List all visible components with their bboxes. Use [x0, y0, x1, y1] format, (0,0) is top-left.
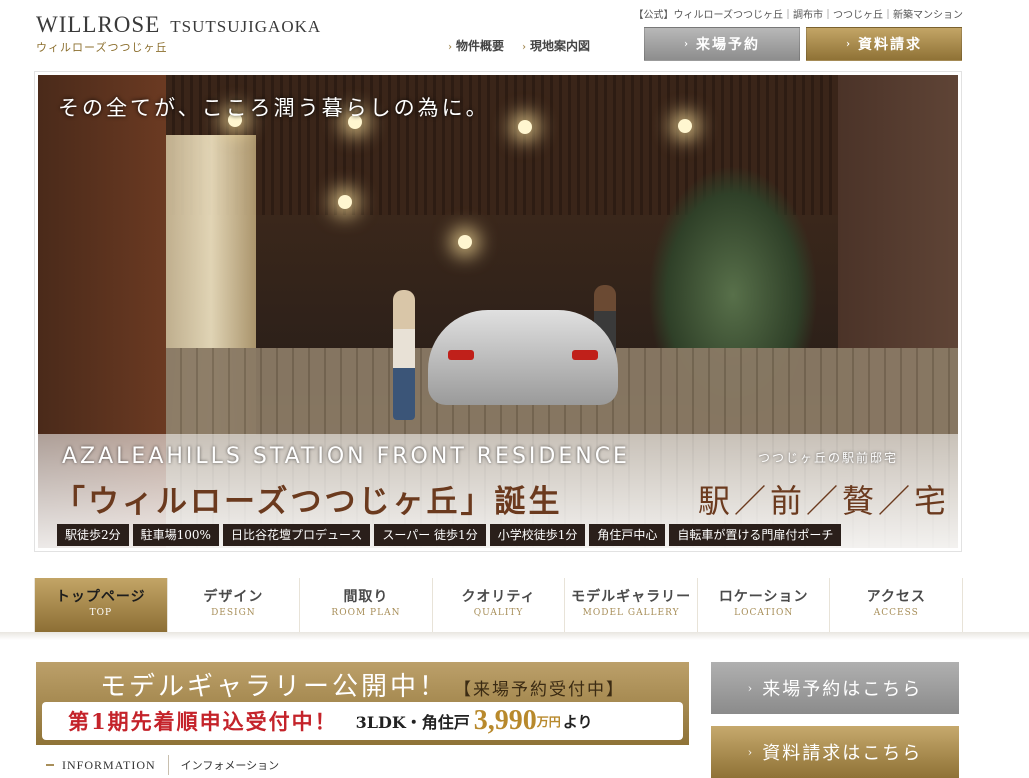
- nav-access[interactable]: アクセス ACCESS: [830, 578, 964, 632]
- nav-room-plan-en: ROOM PLAN: [331, 608, 401, 618]
- hero-car: [428, 310, 618, 405]
- logo-main: WILLROSE: [36, 12, 161, 37]
- request-materials-label: 資料請求: [858, 37, 922, 53]
- banner-ldk: 3LDK・角住戸: [355, 713, 470, 732]
- ceiling-light: [338, 195, 352, 209]
- nav-room-plan[interactable]: 間取り ROOM PLAN: [300, 578, 433, 632]
- nav-design-ja: デザイン: [203, 589, 264, 605]
- banner-price-unit: 万円: [536, 714, 561, 729]
- information-jp: インフォメーション: [180, 759, 280, 772]
- nav-quality[interactable]: クオリティ QUALITY: [433, 578, 566, 632]
- nav-design-en: DESIGN: [211, 608, 256, 618]
- banner-headline-row: モデルギャラリー公開中！ 【来場予約受付中】: [40, 666, 685, 703]
- logo-jp: ウィルローズつつじヶ丘: [36, 41, 168, 54]
- chevron-right-icon: ›: [747, 681, 755, 695]
- nav-access-ja: アクセス: [866, 589, 926, 605]
- nav-location-ja: ロケーション: [718, 589, 809, 605]
- global-nav: トップページ TOP デザイン DESIGN 間取り ROOM PLAN クオリ…: [34, 578, 964, 632]
- nav-divider: [0, 632, 1029, 640]
- feature-tag: 自転車が置ける門扉付ポーチ: [669, 524, 842, 546]
- visit-reservation-label: 来場予約: [696, 37, 760, 53]
- chevron-right-icon: ›: [684, 38, 690, 50]
- visit-reservation-side-button[interactable]: › 来場予約はこちら: [711, 662, 959, 714]
- nav-quality-en: QUALITY: [473, 608, 524, 618]
- header-nav: › 物件概要 › 現地案内図: [448, 37, 590, 54]
- car-tail-light: [448, 350, 474, 360]
- nav-location-en: LOCATION: [734, 608, 794, 618]
- information-en: INFORMATION: [62, 757, 156, 772]
- hero-english-title: AZALEAHILLS STATION FRONT RESIDENCE: [62, 444, 630, 469]
- request-materials-side-label: 資料請求はこちら: [762, 743, 923, 764]
- banner-headline-sub: 【来場予約受付中】: [454, 680, 625, 700]
- feature-tag: スーパー 徒歩1分: [374, 524, 486, 546]
- banner-price-suffix: より: [562, 712, 593, 731]
- nav-design[interactable]: デザイン DESIGN: [168, 578, 301, 632]
- information-heading: INFORMATION インフォメーション: [46, 755, 279, 775]
- hero-banner: その全てが、こころ潤う暮らしの為に。 AZALEAHILLS STATION F…: [34, 71, 962, 552]
- banner-headline: モデルギャラリー公開中！: [99, 672, 448, 702]
- nav-location[interactable]: ロケーション LOCATION: [698, 578, 831, 632]
- nav-model-gallery-en: MODEL GALLERY: [582, 608, 680, 618]
- nav-room-plan-ja: 間取り: [343, 589, 389, 605]
- hero-image: その全てが、こころ潤う暮らしの為に。 AZALEAHILLS STATION F…: [38, 75, 958, 548]
- chevron-right-icon: ›: [522, 42, 527, 53]
- nav-model-gallery[interactable]: モデルギャラリー MODEL GALLERY: [565, 578, 698, 632]
- nav-top-ja: トップページ: [55, 589, 146, 605]
- nav-overview-label: 物件概要: [456, 39, 505, 53]
- nav-access-en: ACCESS: [873, 608, 919, 618]
- logo-sub: TSUTSUJIGAOKA: [170, 17, 322, 36]
- ceiling-light: [518, 120, 532, 134]
- logo-wordmark: WILLROSE TSUTSUJIGAOKA: [36, 12, 321, 38]
- heading-divider: [167, 755, 169, 775]
- feature-tag: 角住戸中心: [589, 524, 666, 546]
- hero-tagline: 駅／前／贅／宅: [698, 482, 951, 520]
- breadcrumb: 【公式】ウィルローズつつじヶ丘｜調布市｜つつじヶ丘｜新築マンション: [633, 10, 964, 21]
- car-tail-light: [572, 350, 598, 360]
- nav-overview-link[interactable]: › 物件概要: [448, 37, 504, 54]
- hero-caption: その全てが、こころ潤う暮らしの為に。: [58, 96, 490, 120]
- nav-quality-ja: クオリティ: [461, 589, 536, 605]
- ceiling-light: [458, 235, 472, 249]
- hero-title: 「ウィルローズつつじヶ丘」誕生: [54, 484, 563, 520]
- request-materials-button[interactable]: › 資料請求: [806, 27, 962, 61]
- chevron-right-icon: ›: [448, 42, 452, 53]
- nav-top-en: TOP: [89, 608, 112, 618]
- nav-top[interactable]: トップページ TOP: [35, 578, 168, 632]
- visit-reservation-button[interactable]: › 来場予約: [644, 27, 800, 61]
- site-logo[interactable]: WILLROSE TSUTSUJIGAOKA ウィルローズつつじヶ丘: [36, 12, 321, 55]
- nav-model-gallery-ja: モデルギャラリー: [571, 589, 692, 605]
- heading-mark-icon: [46, 764, 54, 766]
- hero-english-jp: つつじヶ丘の駅前邸宅: [758, 451, 899, 465]
- nav-map-link[interactable]: › 現地案内図: [522, 37, 590, 54]
- feature-tag: 小学校徒歩1分: [489, 524, 586, 546]
- feature-tag: 駐車場100%: [132, 524, 219, 546]
- nav-map-label: 現地案内図: [530, 39, 591, 53]
- visit-reservation-side-label: 来場予約はこちら: [762, 679, 923, 700]
- banner-red-text: 第1期先着順申込受付中！: [68, 709, 338, 734]
- model-gallery-banner[interactable]: モデルギャラリー公開中！ 【来場予約受付中】 第1期先着順申込受付中！ 3LDK・…: [36, 662, 689, 745]
- ceiling-light: [678, 119, 692, 133]
- feature-tag: 日比谷花壇プロデュース: [222, 524, 371, 546]
- banner-price: 3,990: [473, 705, 537, 736]
- feature-tag: 駅徒歩2分: [57, 524, 129, 546]
- chevron-right-icon: ›: [846, 38, 852, 50]
- hero-feature-tags: 駅徒歩2分 駐車場100% 日比谷花壇プロデュース スーパー 徒歩1分 小学校徒…: [57, 524, 842, 546]
- request-materials-side-button[interactable]: › 資料請求はこちら: [711, 726, 959, 778]
- chevron-right-icon: ›: [747, 745, 755, 759]
- banner-offer-panel: 第1期先着順申込受付中！ 3LDK・角住戸 3,990 万円 より: [42, 702, 683, 740]
- hero-person: [393, 290, 415, 420]
